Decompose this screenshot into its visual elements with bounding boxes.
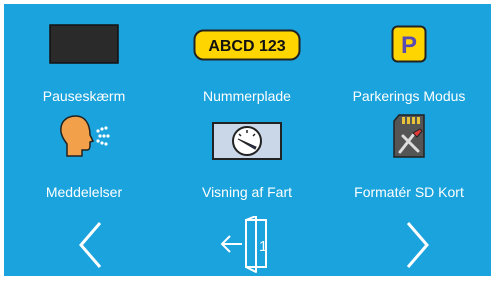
menu-item-format-sd[interactable]: Formatér SD Kort — [329, 112, 489, 212]
parking-icon: P — [391, 25, 427, 63]
menu-item-screensaver[interactable]: Pauseskærm — [4, 16, 164, 116]
sd-card-format-icon — [393, 114, 425, 158]
menu-item-label: Meddelelser — [45, 184, 123, 200]
license-plate-text: ABCD 123 — [208, 38, 285, 55]
license-plate-icon: ABCD 123 — [193, 29, 301, 61]
menu-item-label: Nummerplade — [203, 88, 291, 104]
parking-glyph: P — [401, 32, 417, 59]
menu-item-label: Visning af Fart — [201, 184, 292, 200]
menu-item-parking-mode[interactable]: P Parkerings Modus — [329, 16, 489, 116]
exit-door-icon — [220, 216, 267, 273]
chevron-left-icon[interactable] — [76, 220, 106, 270]
voice-announcement-icon — [60, 115, 110, 157]
exit-number: 1 — [259, 238, 268, 255]
menu-panel: Pauseskærm ABCD 123 Nummerplade P Parker… — [4, 4, 491, 277]
menu-item-label: Parkerings Modus — [352, 88, 466, 104]
exit-button[interactable]: 1 — [218, 216, 278, 274]
menu-item-license-plate[interactable]: ABCD 123 Nummerplade — [167, 16, 327, 116]
menu-item-label: Formatér SD Kort — [354, 184, 464, 200]
chevron-right-icon[interactable] — [402, 220, 432, 270]
menu-item-speed-display[interactable]: Visning af Fart — [167, 112, 327, 212]
speedometer-icon — [212, 122, 282, 160]
settings-screen: Pauseskærm ABCD 123 Nummerplade P Parker… — [0, 0, 495, 281]
menu-item-label: Pauseskærm — [42, 88, 126, 104]
screensaver-icon — [49, 24, 119, 64]
menu-item-announcements[interactable]: Meddelelser — [4, 112, 164, 212]
screen-bottom-edge — [0, 276, 495, 281]
